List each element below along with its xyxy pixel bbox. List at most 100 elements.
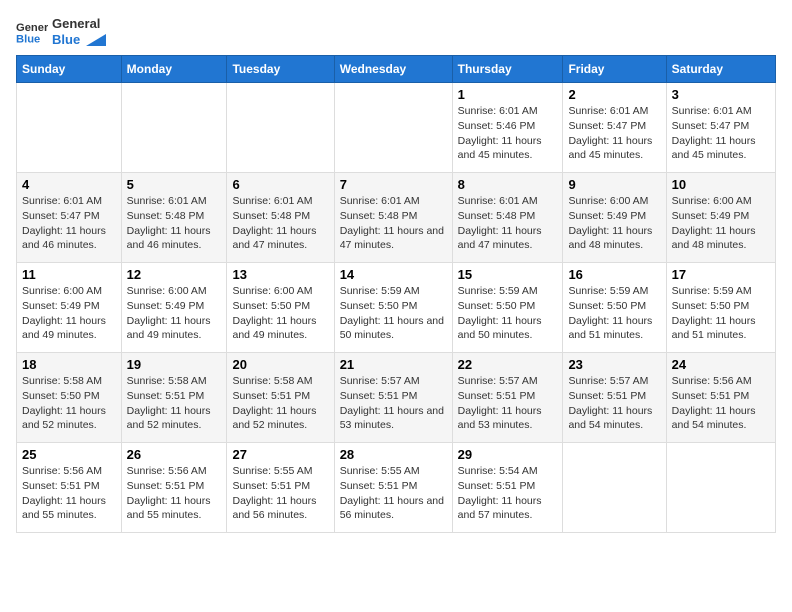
day-info: Sunrise: 6:00 AMSunset: 5:49 PMDaylight:… [568, 194, 660, 253]
calendar-cell [121, 83, 227, 173]
calendar-week-row: 4 Sunrise: 6:01 AMSunset: 5:47 PMDaylight… [17, 173, 776, 263]
calendar-cell: 1Sunrise: 6:01 AMSunset: 5:46 PMDaylight… [452, 83, 563, 173]
day-info: Sunrise: 5:58 AMSunset: 5:51 PMDaylight:… [127, 374, 222, 433]
day-number: 13 [232, 267, 328, 282]
calendar-cell: 14Sunrise: 5:59 AMSunset: 5:50 PMDayligh… [334, 263, 452, 353]
calendar-cell: 25 Sunrise: 5:56 AMSunset: 5:51 PMDayligh… [17, 443, 122, 533]
calendar-cell: 21 Sunrise: 5:57 AMSunset: 5:51 PMDayligh… [334, 353, 452, 443]
day-number: 27 [232, 447, 328, 462]
day-info: Sunrise: 5:56 AMSunset: 5:51 PMDaylight:… [127, 464, 222, 523]
day-number: 17 [672, 267, 770, 282]
calendar-header-tuesday: Tuesday [227, 56, 334, 83]
calendar-cell: 23 Sunrise: 5:57 AMSunset: 5:51 PMDayligh… [563, 353, 666, 443]
day-info: Sunrise: 6:00 AMSunset: 5:49 PMDaylight:… [672, 194, 770, 253]
calendar-header-monday: Monday [121, 56, 227, 83]
svg-text:General: General [16, 22, 48, 34]
day-info: Sunrise: 6:01 AMSunset: 5:48 PMDaylight:… [127, 194, 222, 253]
day-info: Sunrise: 5:58 AMSunset: 5:50 PMDaylight:… [22, 374, 116, 433]
day-number: 7 [340, 177, 447, 192]
day-number: 8 [458, 177, 558, 192]
calendar-cell: 3Sunrise: 6:01 AMSunset: 5:47 PMDaylight… [666, 83, 775, 173]
day-info: Sunrise: 5:59 AMSunset: 5:50 PMDaylight:… [672, 284, 770, 343]
logo: General Blue General Blue [16, 16, 106, 47]
calendar-cell: 5 Sunrise: 6:01 AMSunset: 5:48 PMDaylight… [121, 173, 227, 263]
day-info: Sunrise: 5:55 AMSunset: 5:51 PMDaylight:… [340, 464, 447, 523]
day-info: Sunrise: 6:01 AMSunset: 5:47 PMDaylight:… [568, 104, 660, 163]
calendar-cell: 16Sunrise: 5:59 AMSunset: 5:50 PMDayligh… [563, 263, 666, 353]
calendar-cell: 10 Sunrise: 6:00 AMSunset: 5:49 PMDayligh… [666, 173, 775, 263]
day-number: 28 [340, 447, 447, 462]
day-info: Sunrise: 5:55 AMSunset: 5:51 PMDaylight:… [232, 464, 328, 523]
calendar-cell: 13 Sunrise: 6:00 AMSunset: 5:50 PMDayligh… [227, 263, 334, 353]
calendar-cell: 11 Sunrise: 6:00 AMSunset: 5:49 PMDayligh… [17, 263, 122, 353]
day-info: Sunrise: 6:01 AMSunset: 5:48 PMDaylight:… [458, 194, 558, 253]
calendar-table: SundayMondayTuesdayWednesdayThursdayFrid… [16, 55, 776, 533]
calendar-cell [334, 83, 452, 173]
day-number: 5 [127, 177, 222, 192]
calendar-cell [563, 443, 666, 533]
day-info: Sunrise: 6:01 AMSunset: 5:47 PMDaylight:… [22, 194, 116, 253]
calendar-week-row: 11 Sunrise: 6:00 AMSunset: 5:49 PMDayligh… [17, 263, 776, 353]
calendar-cell: 8 Sunrise: 6:01 AMSunset: 5:48 PMDaylight… [452, 173, 563, 263]
calendar-cell: 19 Sunrise: 5:58 AMSunset: 5:51 PMDayligh… [121, 353, 227, 443]
logo-general: General [52, 16, 106, 32]
day-number: 15 [458, 267, 558, 282]
day-number: 2 [568, 87, 660, 102]
day-info: Sunrise: 5:59 AMSunset: 5:50 PMDaylight:… [458, 284, 558, 343]
day-number: 19 [127, 357, 222, 372]
day-info: Sunrise: 5:57 AMSunset: 5:51 PMDaylight:… [458, 374, 558, 433]
day-info: Sunrise: 5:54 AMSunset: 5:51 PMDaylight:… [458, 464, 558, 523]
day-number: 16 [568, 267, 660, 282]
calendar-header-row: SundayMondayTuesdayWednesdayThursdayFrid… [17, 56, 776, 83]
calendar-cell: 12 Sunrise: 6:00 AMSunset: 5:49 PMDayligh… [121, 263, 227, 353]
day-number: 24 [672, 357, 770, 372]
day-info: Sunrise: 6:00 AMSunset: 5:50 PMDaylight:… [232, 284, 328, 343]
day-number: 10 [672, 177, 770, 192]
calendar-header-sunday: Sunday [17, 56, 122, 83]
day-number: 11 [22, 267, 116, 282]
calendar-cell: 18Sunrise: 5:58 AMSunset: 5:50 PMDayligh… [17, 353, 122, 443]
day-number: 4 [22, 177, 116, 192]
calendar-cell: 29Sunrise: 5:54 AMSunset: 5:51 PMDayligh… [452, 443, 563, 533]
calendar-cell [17, 83, 122, 173]
calendar-header-thursday: Thursday [452, 56, 563, 83]
day-number: 21 [340, 357, 447, 372]
logo-icon: General Blue [16, 18, 48, 46]
day-number: 25 [22, 447, 116, 462]
page-header: General Blue General Blue [16, 16, 776, 47]
day-info: Sunrise: 6:01 AMSunset: 5:47 PMDaylight:… [672, 104, 770, 163]
calendar-cell: 24 Sunrise: 5:56 AMSunset: 5:51 PMDayligh… [666, 353, 775, 443]
logo-blue: Blue [52, 32, 106, 48]
calendar-header-friday: Friday [563, 56, 666, 83]
day-info: Sunrise: 5:57 AMSunset: 5:51 PMDaylight:… [340, 374, 447, 433]
calendar-cell: 2 Sunrise: 6:01 AMSunset: 5:47 PMDaylight… [563, 83, 666, 173]
day-info: Sunrise: 5:59 AMSunset: 5:50 PMDaylight:… [340, 284, 447, 343]
calendar-cell: 17 Sunrise: 5:59 AMSunset: 5:50 PMDayligh… [666, 263, 775, 353]
day-number: 6 [232, 177, 328, 192]
calendar-week-row: 18Sunrise: 5:58 AMSunset: 5:50 PMDayligh… [17, 353, 776, 443]
day-info: Sunrise: 6:00 AMSunset: 5:49 PMDaylight:… [127, 284, 222, 343]
day-info: Sunrise: 6:00 AMSunset: 5:49 PMDaylight:… [22, 284, 116, 343]
calendar-cell: 22 Sunrise: 5:57 AMSunset: 5:51 PMDayligh… [452, 353, 563, 443]
calendar-cell: 9 Sunrise: 6:00 AMSunset: 5:49 PMDaylight… [563, 173, 666, 263]
day-info: Sunrise: 5:56 AMSunset: 5:51 PMDaylight:… [672, 374, 770, 433]
calendar-header-wednesday: Wednesday [334, 56, 452, 83]
day-number: 22 [458, 357, 558, 372]
calendar-cell: 26 Sunrise: 5:56 AMSunset: 5:51 PMDayligh… [121, 443, 227, 533]
day-info: Sunrise: 5:57 AMSunset: 5:51 PMDaylight:… [568, 374, 660, 433]
calendar-cell: 6Sunrise: 6:01 AMSunset: 5:48 PMDaylight… [227, 173, 334, 263]
calendar-header-saturday: Saturday [666, 56, 775, 83]
day-number: 26 [127, 447, 222, 462]
calendar-cell [666, 443, 775, 533]
day-number: 23 [568, 357, 660, 372]
day-info: Sunrise: 6:01 AMSunset: 5:48 PMDaylight:… [340, 194, 447, 253]
day-number: 9 [568, 177, 660, 192]
calendar-cell: 20Sunrise: 5:58 AMSunset: 5:51 PMDayligh… [227, 353, 334, 443]
calendar-cell: 28 Sunrise: 5:55 AMSunset: 5:51 PMDayligh… [334, 443, 452, 533]
calendar-cell: 15 Sunrise: 5:59 AMSunset: 5:50 PMDayligh… [452, 263, 563, 353]
day-info: Sunrise: 6:01 AMSunset: 5:46 PMDaylight:… [458, 104, 558, 163]
calendar-cell [227, 83, 334, 173]
day-number: 12 [127, 267, 222, 282]
day-number: 20 [232, 357, 328, 372]
day-info: Sunrise: 5:56 AMSunset: 5:51 PMDaylight:… [22, 464, 116, 523]
